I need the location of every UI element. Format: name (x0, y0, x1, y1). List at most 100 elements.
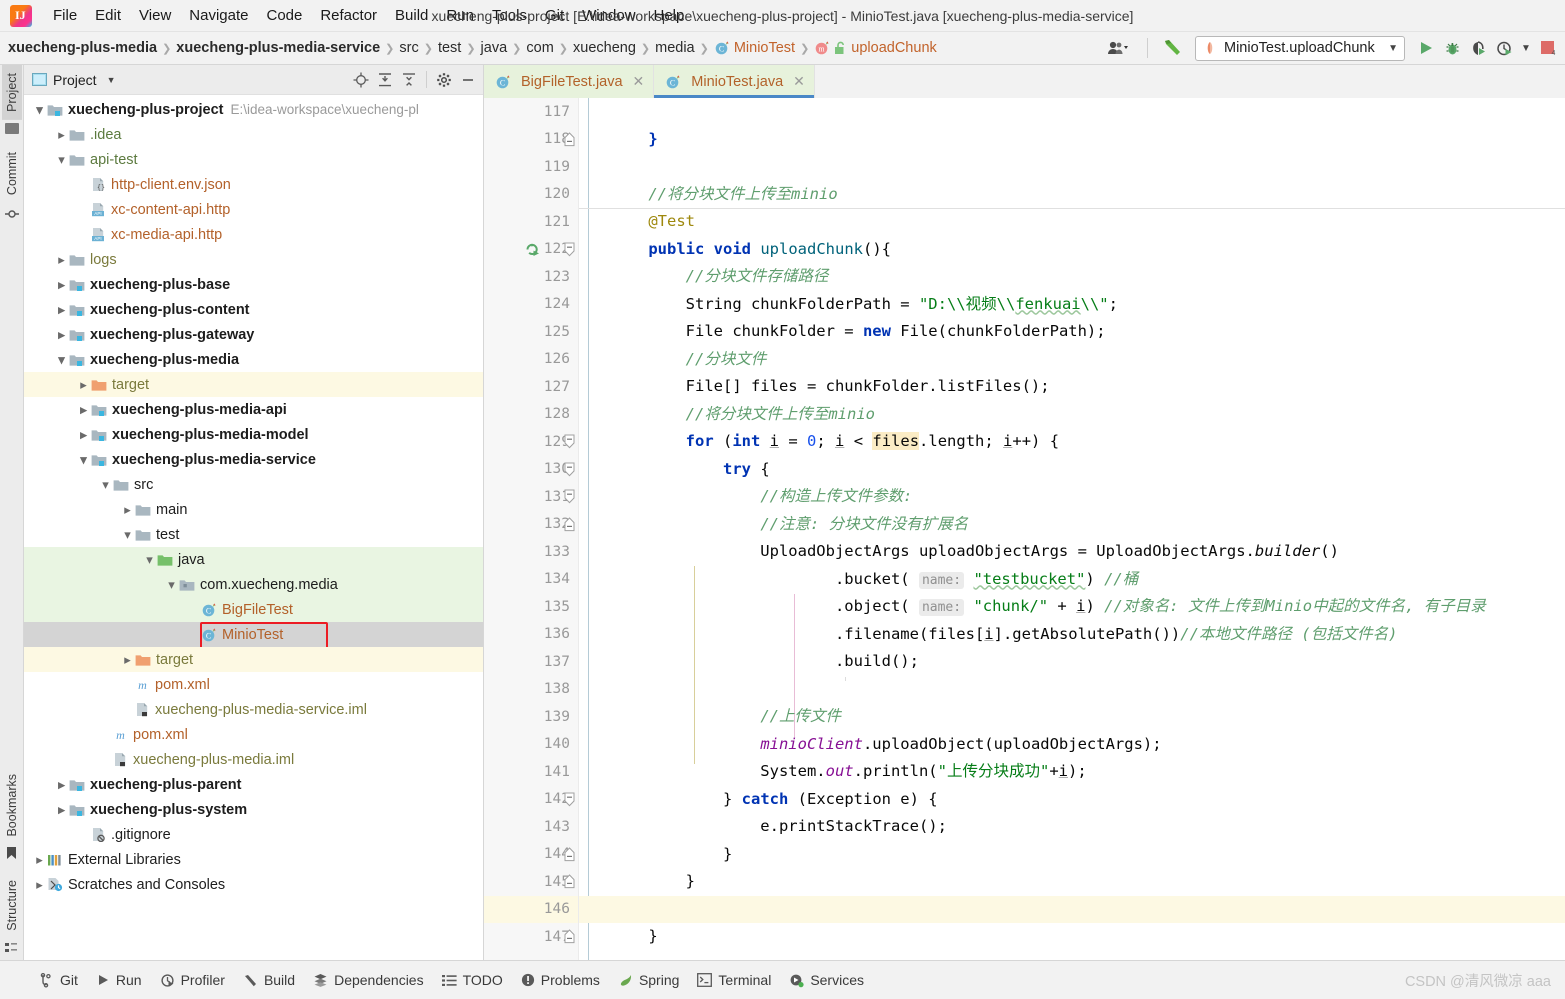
gutter-icons[interactable] (522, 676, 579, 704)
code-line-134[interactable]: .bucket( name: "testbucket") //桶 (579, 566, 1565, 594)
menu-item-git[interactable]: Git (536, 4, 573, 27)
run-button[interactable] (1413, 35, 1439, 61)
tree-node-miniotest[interactable]: C MinioTest (24, 622, 483, 647)
tool-tab-commit[interactable]: Commit (2, 144, 22, 203)
menu-item-navigate[interactable]: Navigate (180, 4, 257, 27)
code-line-127[interactable]: File[] files = chunkFolder.listFiles(); (579, 373, 1565, 401)
gutter-line-121[interactable]: 121 (484, 208, 578, 236)
gutter-line-133[interactable]: 133 (484, 538, 578, 566)
gutter-icons[interactable] (522, 346, 579, 374)
tree-node-scratches-and-consoles[interactable]: ▸ Scratches and Consoles (24, 872, 483, 897)
gutter-icons[interactable] (522, 263, 579, 291)
gutter-icons[interactable] (522, 181, 579, 209)
status-bar-item-git[interactable]: Git (30, 968, 87, 992)
menu-item-tools[interactable]: Tools (483, 4, 536, 27)
tree-node-xuecheng-plus-media-model[interactable]: ▸ xuecheng-plus-media-model (24, 422, 483, 447)
status-bar-item-terminal[interactable]: Terminal (688, 968, 780, 992)
chevron-down-icon[interactable]: ▾ (142, 552, 157, 568)
tree-node--gitignore[interactable]: .gitignore (24, 822, 483, 847)
gutter-icons[interactable] (522, 923, 579, 951)
breadcrumb-item-xuecheng-plus-media-service[interactable]: xuecheng-plus-media-service (176, 40, 380, 56)
breadcrumb-item-miniotest[interactable]: C MinioTest (714, 40, 795, 56)
fold-end-icon[interactable] (564, 847, 575, 862)
tree-node-main[interactable]: ▸ main (24, 497, 483, 522)
profiler-button[interactable] (1491, 35, 1517, 61)
breadcrumb-item-test[interactable]: test (438, 40, 461, 56)
more-run-options-button[interactable]: ▼ (1517, 35, 1535, 61)
gutter-line-141[interactable]: 141 (484, 758, 578, 786)
tree-node-bigfiletest[interactable]: C BigFileTest (24, 597, 483, 622)
chevron-down-icon[interactable]: ▼ (1378, 43, 1398, 54)
gutter-line-118[interactable]: 118 (484, 126, 578, 154)
status-bar-item-spring[interactable]: Spring (609, 968, 688, 992)
gutter-icons[interactable] (522, 593, 579, 621)
fold-expanded-icon[interactable] (564, 489, 575, 504)
code-line-136[interactable]: .filename(files[i].getAbsolutePath())//本… (579, 621, 1565, 649)
chevron-right-icon[interactable]: ▸ (76, 427, 91, 443)
status-bar-item-problems[interactable]: Problems (512, 968, 609, 992)
code-line-144[interactable]: } (579, 841, 1565, 869)
menu-item-edit[interactable]: Edit (86, 4, 130, 27)
gutter-line-135[interactable]: 135 (484, 593, 578, 621)
chevron-right-icon[interactable]: ▸ (32, 877, 47, 893)
breadcrumb-item-java[interactable]: java (481, 40, 508, 56)
code-line-122[interactable]: public void uploadChunk(){ (579, 236, 1565, 264)
tree-node-http-client-env-json[interactable]: {} http-client.env.json (24, 172, 483, 197)
tree-node-api-test[interactable]: ▾ api-test (24, 147, 483, 172)
gutter-line-124[interactable]: 124 (484, 291, 578, 319)
gutter-line-138[interactable]: 138 (484, 676, 578, 704)
gutter-icons[interactable] (522, 538, 579, 566)
chevron-down-icon[interactable]: ▾ (120, 527, 135, 543)
status-bar-item-profiler[interactable]: Profiler (151, 968, 234, 992)
chevron-right-icon[interactable]: ▸ (54, 327, 69, 343)
expand-all-icon[interactable] (374, 69, 396, 91)
status-bar-item-run[interactable]: Run (87, 968, 151, 992)
gutter-line-122[interactable]: 122 (484, 236, 578, 264)
stop-button[interactable]: 4 (1535, 35, 1561, 61)
chevron-down-icon[interactable]: ▾ (32, 102, 47, 118)
gutter-icons[interactable] (522, 291, 579, 319)
gutter-icons[interactable] (522, 868, 579, 896)
code-line-141[interactable]: System.out.println("上传分块成功"+i); (579, 758, 1565, 786)
gutter-line-142[interactable]: 142 (484, 786, 578, 814)
menu-item-file[interactable]: File (44, 4, 86, 27)
gutter-icons[interactable] (522, 758, 579, 786)
tree-node-com-xuecheng-media[interactable]: ▾ com.xuecheng.media (24, 572, 483, 597)
close-icon[interactable]: ✕ (633, 73, 645, 90)
code-line-120[interactable]: //将分块文件上传至minio (579, 181, 1565, 209)
code-line-123[interactable]: //分块文件存储路径 (579, 263, 1565, 291)
chevron-down-icon[interactable]: ▾ (164, 577, 179, 593)
fold-end-icon[interactable] (564, 517, 575, 532)
gutter-line-120[interactable]: 120 (484, 181, 578, 209)
chevron-down-icon[interactable]: ▼ (107, 75, 116, 85)
gutter-line-134[interactable]: 134 (484, 566, 578, 594)
code-line-139[interactable]: //上传文件 (579, 703, 1565, 731)
chevron-right-icon[interactable]: ▸ (54, 802, 69, 818)
tool-tab-project[interactable]: Project (1, 65, 22, 120)
tree-node-xuecheng-plus-media-iml[interactable]: xuecheng-plus-media.iml (24, 747, 483, 772)
editor-tab-bigfiletest-java[interactable]: C BigFileTest.java ✕ (484, 65, 655, 98)
code-line-142[interactable]: } catch (Exception e) { (579, 786, 1565, 814)
status-bar-item-services[interactable]: Services (780, 968, 873, 992)
code-line-121[interactable]: @Test (579, 208, 1565, 236)
gutter-line-147[interactable]: 147 (484, 923, 578, 951)
gutter-line-123[interactable]: 123 (484, 263, 578, 291)
gutter-line-140[interactable]: 140 (484, 731, 578, 759)
gutter-line-126[interactable]: 126 (484, 346, 578, 374)
tree-node-test[interactable]: ▾ test (24, 522, 483, 547)
code-line-117[interactable] (579, 98, 1565, 126)
gutter-icons[interactable] (522, 98, 579, 126)
code-line-131[interactable]: //构造上传文件参数: (579, 483, 1565, 511)
tree-node-xuecheng-plus-parent[interactable]: ▸ xuecheng-plus-parent (24, 772, 483, 797)
tree-node-xuecheng-plus-media-api[interactable]: ▸ xuecheng-plus-media-api (24, 397, 483, 422)
tree-node-src[interactable]: ▾ src (24, 472, 483, 497)
editor-gutter[interactable]: 117 118 119 120 121 122 123 124 125 126 127 128 129 1… (484, 98, 579, 960)
gutter-icons[interactable] (522, 511, 579, 539)
code-line-133[interactable]: UploadObjectArgs uploadObjectArgs = Uplo… (579, 538, 1565, 566)
chevron-down-icon[interactable]: ▾ (98, 477, 113, 493)
gutter-line-129[interactable]: 129 (484, 428, 578, 456)
account-button[interactable] (1100, 35, 1138, 61)
breadcrumb-item-uploadchunk[interactable]: m uploadChunk (814, 40, 937, 56)
breadcrumb-item-xuecheng[interactable]: xuecheng (573, 40, 636, 56)
chevron-down-icon[interactable]: ▾ (54, 352, 69, 368)
